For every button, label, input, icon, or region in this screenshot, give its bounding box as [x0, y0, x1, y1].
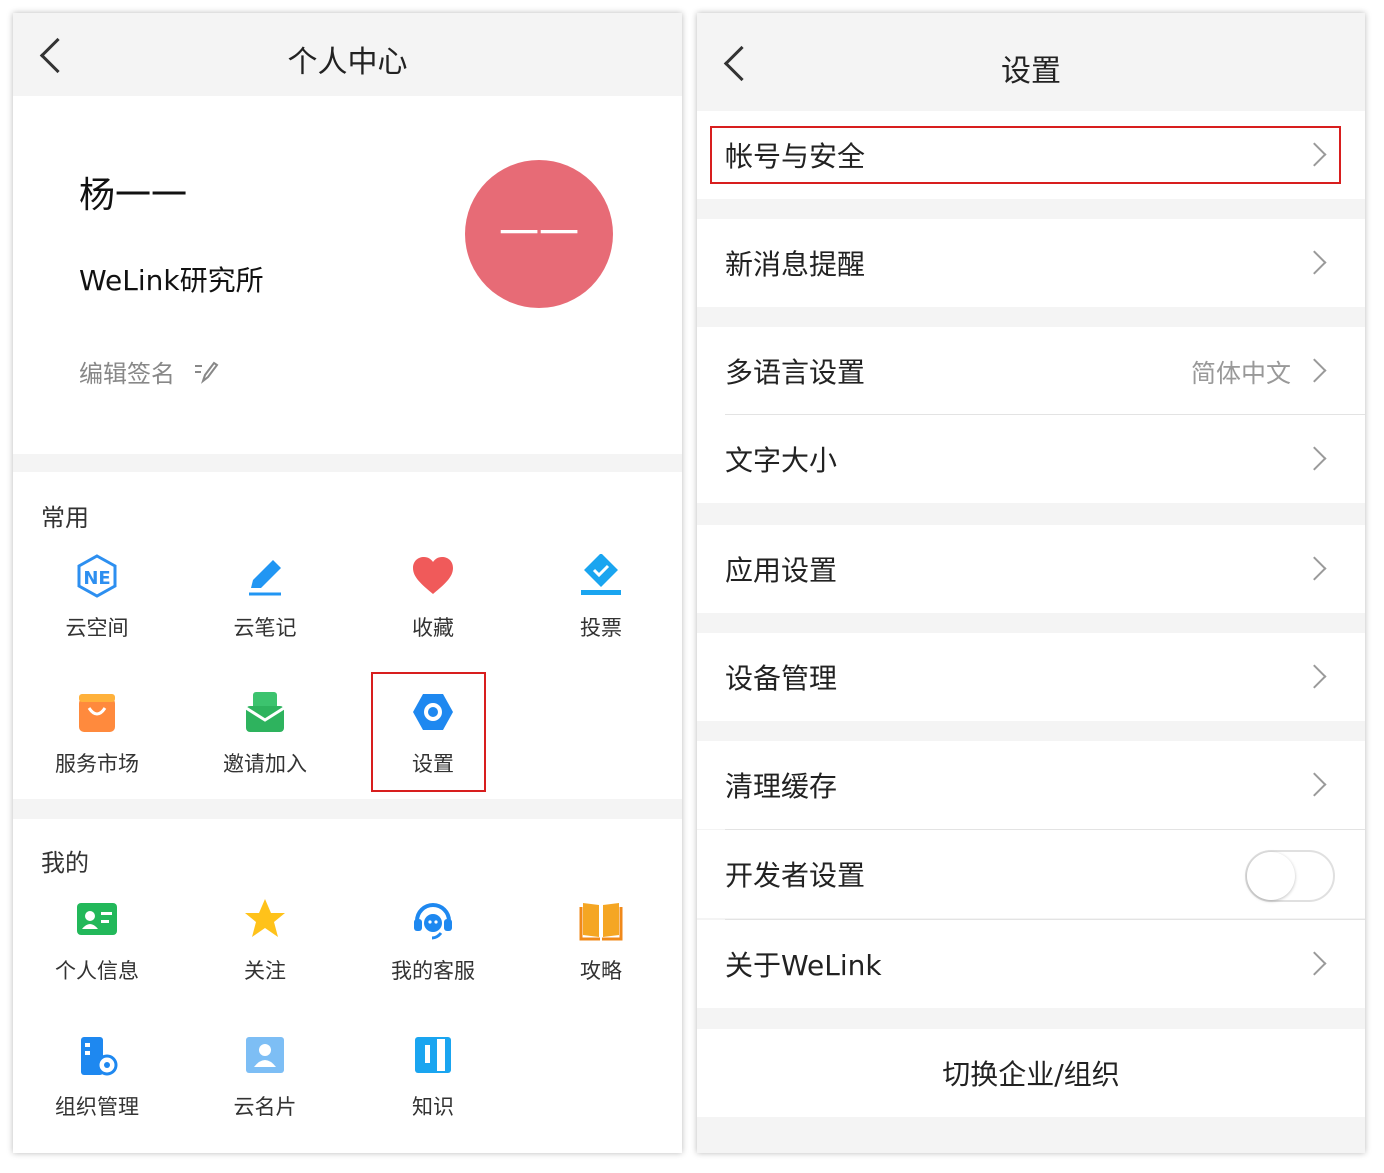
avatar[interactable]: 一一 — [465, 160, 613, 308]
invite-envelope-icon — [243, 690, 287, 734]
mine-section: 我的 个人信息 关注 我的客服 攻略 组织管理 云名片 知识 — [13, 819, 682, 1153]
chevron-right-icon — [1302, 772, 1327, 797]
grid-item-label: 投票 — [580, 616, 622, 640]
chevron-right-icon — [1302, 951, 1327, 976]
section-gap — [13, 799, 682, 819]
row-label: 文字大小 — [725, 444, 838, 477]
grid-item-personal-info[interactable]: 个人信息 — [13, 897, 181, 985]
personal-center-screen: 个人中心 杨一一 WeLink研究所 编辑签名 一一 常用 NE 云空间 云笔记… — [13, 13, 682, 1153]
grid-item-label: 收藏 — [412, 616, 454, 640]
grid-item-org-manage[interactable]: 组织管理 — [13, 1033, 181, 1121]
contact-card-icon — [243, 1033, 287, 1077]
settings-row-about[interactable]: 关于WeLink — [697, 920, 1365, 1008]
personal-center-header: 个人中心 — [13, 13, 682, 96]
grid-item-service-market[interactable]: 服务市场 — [13, 690, 181, 778]
page-title: 设置 — [1001, 54, 1061, 89]
section-title-common: 常用 — [41, 504, 89, 532]
toggle-knob — [1247, 852, 1295, 900]
grid-item-customer-service[interactable]: 我的客服 — [349, 897, 517, 985]
common-section: 常用 NE 云空间 云笔记 收藏 投票 服务市场 邀请加入 设置 — [13, 472, 682, 799]
settings-screen: 设置 帐号与安全 新消息提醒 多语言设置 简体中文 文字大小 应用设置 设备管理… — [697, 13, 1365, 1153]
grid-item-label: 关注 — [244, 959, 286, 983]
chevron-right-icon — [1302, 664, 1327, 689]
headset-icon — [411, 897, 455, 941]
settings-row-language[interactable]: 多语言设置 简体中文 — [697, 327, 1365, 415]
settings-row-device-management[interactable]: 设备管理 — [697, 633, 1365, 721]
grid-item-label: 云空间 — [65, 616, 129, 640]
grid-item-follow[interactable]: 关注 — [181, 897, 349, 985]
row-label: 多语言设置 — [725, 356, 866, 389]
row-label: 新消息提醒 — [725, 248, 866, 281]
grid-item-label: 云笔记 — [233, 616, 297, 640]
grid-item-label: 个人信息 — [55, 959, 139, 983]
chevron-right-icon — [1302, 250, 1327, 275]
id-card-icon — [75, 897, 119, 941]
edit-signature-label: 编辑签名 — [79, 360, 175, 388]
pencil-icon — [243, 554, 287, 598]
settings-row-notifications[interactable]: 新消息提醒 — [697, 219, 1365, 307]
account-security-highlight-box — [710, 126, 1341, 184]
section-gap — [13, 454, 682, 472]
settings-highlight-box — [371, 672, 486, 792]
settings-row-app-settings[interactable]: 应用设置 — [697, 525, 1365, 613]
star-icon — [243, 897, 287, 941]
grid-item-label: 我的客服 — [391, 959, 475, 983]
knowledge-icon — [411, 1033, 455, 1077]
org-manage-icon — [75, 1033, 119, 1077]
chevron-right-icon — [1302, 556, 1327, 581]
vote-icon — [579, 553, 623, 598]
grid-item-label: 知识 — [412, 1095, 454, 1119]
row-label: 开发者设置 — [725, 859, 866, 892]
grid-item-label: 邀请加入 — [223, 752, 307, 776]
settings-row-clear-cache[interactable]: 清理缓存 — [697, 741, 1365, 829]
grid-item-label: 云名片 — [233, 1095, 297, 1119]
row-label: 应用设置 — [725, 554, 838, 587]
page-title: 个人中心 — [287, 45, 408, 80]
switch-organization-label: 切换企业/组织 — [942, 1058, 1120, 1091]
grid-item-guide[interactable]: 攻略 — [517, 897, 682, 985]
heart-icon — [411, 554, 455, 598]
grid-item-business-card[interactable]: 云名片 — [181, 1033, 349, 1121]
switch-organization-button[interactable]: 切换企业/组织 — [697, 1029, 1365, 1117]
settings-row-font-size[interactable]: 文字大小 — [697, 415, 1365, 503]
cloud-space-icon: NE — [75, 554, 119, 598]
grid-item-cloud-space[interactable]: NE 云空间 — [13, 554, 181, 642]
row-label: 关于WeLink — [725, 949, 882, 982]
developer-toggle[interactable] — [1245, 850, 1335, 902]
profile-card[interactable]: 杨一一 WeLink研究所 编辑签名 一一 — [13, 96, 682, 454]
row-label: 清理缓存 — [725, 770, 838, 803]
settings-header: 设置 — [697, 13, 1365, 109]
svg-text:NE: NE — [83, 568, 110, 589]
grid-item-knowledge[interactable]: 知识 — [349, 1033, 517, 1121]
section-title-mine: 我的 — [41, 849, 89, 877]
user-organization: WeLink研究所 — [79, 264, 264, 297]
edit-signature-button[interactable]: 编辑签名 — [79, 354, 219, 390]
row-label: 设备管理 — [725, 662, 838, 695]
chevron-right-icon — [1302, 446, 1327, 471]
chevron-right-icon — [1302, 358, 1327, 383]
grid-item-favorites[interactable]: 收藏 — [349, 554, 517, 642]
grid-item-vote[interactable]: 投票 — [517, 553, 682, 642]
user-name: 杨一一 — [79, 175, 188, 216]
edit-pencil-icon — [193, 360, 219, 390]
grid-item-label: 攻略 — [580, 959, 622, 983]
grid-item-invite[interactable]: 邀请加入 — [181, 690, 349, 778]
grid-item-label: 服务市场 — [55, 752, 139, 776]
settings-row-developer: 开发者设置 — [697, 830, 1365, 918]
language-value: 简体中文 — [1190, 359, 1291, 388]
shopping-bag-icon — [75, 690, 119, 734]
grid-item-label: 组织管理 — [55, 1095, 139, 1119]
grid-item-cloud-notes[interactable]: 云笔记 — [181, 554, 349, 642]
book-icon — [579, 897, 623, 941]
